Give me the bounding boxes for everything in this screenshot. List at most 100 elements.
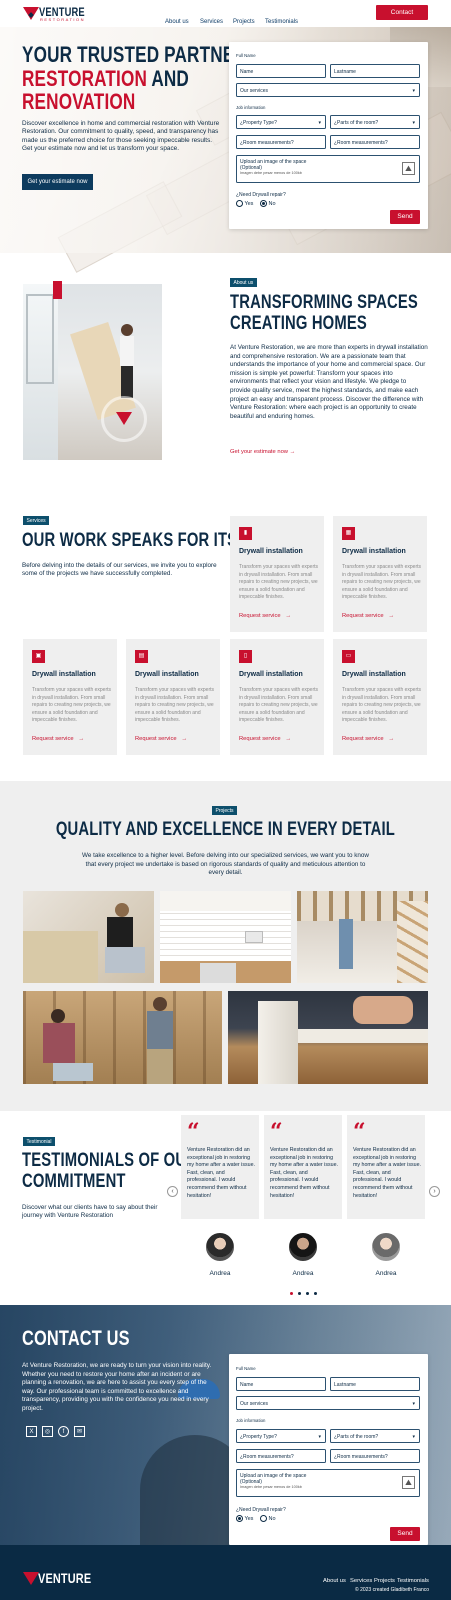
room-parts-select[interactable]: ¿Parts of the room? ▾ bbox=[330, 1429, 420, 1443]
testimonials-paragraph: Discover what our clients have to say ab… bbox=[22, 1204, 158, 1220]
radio-yes[interactable]: Yes bbox=[236, 200, 253, 207]
projects-title: QUALITY AND EXCELLENCE IN EVERY DETAIL bbox=[55, 819, 396, 840]
footer-logo-mark-icon bbox=[23, 1572, 39, 1585]
service-card-desc: Transform your spaces with experts in dr… bbox=[32, 687, 112, 723]
job-info-label: Job information bbox=[236, 105, 266, 110]
service-card-title: Drywall installation bbox=[135, 671, 199, 678]
nav-about[interactable]: About us bbox=[165, 10, 189, 28]
carousel-dot[interactable] bbox=[314, 1292, 317, 1295]
hero-title-line2: RESTORATION AND bbox=[22, 66, 189, 91]
services-paragraph: Before delving into the details of our s… bbox=[22, 562, 217, 578]
contact-button[interactable]: Contact bbox=[376, 5, 428, 20]
lastname-input[interactable]: Lastname bbox=[330, 64, 420, 78]
avatar bbox=[371, 1232, 401, 1262]
hero-estimate-button[interactable]: Get your estimate now bbox=[22, 174, 93, 190]
services-select[interactable]: Our services ▾ bbox=[236, 83, 420, 97]
chevron-down-icon: ▾ bbox=[412, 1401, 415, 1407]
testimonial-text: Venture Restoration did an exceptional j… bbox=[353, 1147, 422, 1199]
room-measurements-input-1[interactable]: ¿Room measurements? bbox=[236, 135, 326, 149]
about-tag: About us bbox=[230, 278, 257, 287]
room-measurements-input-2[interactable]: ¿Room measurements? bbox=[330, 1449, 420, 1463]
carousel-prev-icon[interactable]: ‹ bbox=[167, 1186, 178, 1197]
property-type-select[interactable]: ¿Property Type? ▾ bbox=[236, 115, 326, 129]
logo-subtext: RESTORATION bbox=[40, 17, 86, 22]
service-card-title: Drywall installation bbox=[32, 671, 96, 678]
carousel-next-icon[interactable]: › bbox=[429, 1186, 440, 1197]
quote-icon: “ bbox=[353, 1119, 366, 1145]
arrow-right-icon: → bbox=[289, 449, 296, 455]
image-upload-icon: ⛰ bbox=[402, 1476, 415, 1489]
room-parts-select[interactable]: ¿Parts of the room? ▾ bbox=[330, 115, 420, 129]
site-header: VENTURE RESTORATION About us Services Pr… bbox=[0, 0, 451, 27]
radio-no-icon bbox=[260, 200, 267, 207]
chevron-down-icon: ▾ bbox=[412, 88, 415, 94]
testimonials-title-line2: COMMITMENT bbox=[22, 1171, 126, 1192]
project-photo-4 bbox=[23, 991, 222, 1084]
radio-yes[interactable]: Yes bbox=[236, 1515, 253, 1522]
full-name-label: Full Name bbox=[236, 53, 256, 58]
service-card-desc: Transform your spaces with experts in dr… bbox=[342, 564, 422, 600]
drywall-question: ¿Need Drywall repair? bbox=[236, 1507, 286, 1513]
upload-field[interactable]: Upload an image of the space (Optional) … bbox=[236, 1469, 420, 1497]
facebook-icon[interactable]: f bbox=[58, 1426, 69, 1437]
service-card-desc: Transform your spaces with experts in dr… bbox=[239, 564, 319, 600]
carousel-dot[interactable] bbox=[290, 1292, 293, 1295]
request-service-link[interactable]: Request service → bbox=[342, 613, 394, 619]
carousel-dot[interactable] bbox=[306, 1292, 309, 1295]
send-button[interactable]: Send bbox=[390, 210, 420, 224]
door-icon: ▯ bbox=[239, 650, 252, 663]
request-service-link[interactable]: Request service → bbox=[239, 613, 291, 619]
carousel-dot[interactable] bbox=[298, 1292, 301, 1295]
nav-projects[interactable]: Projects bbox=[233, 10, 255, 28]
footer-nav-services[interactable]: Services bbox=[350, 1578, 372, 1584]
footer-nav-testimonials[interactable]: Testimonials bbox=[397, 1578, 429, 1584]
project-photo-5 bbox=[228, 991, 428, 1084]
upload-hint: Imagen debe pesar menos de 100kb bbox=[240, 1485, 302, 1489]
request-service-link[interactable]: Request service → bbox=[239, 736, 291, 742]
services-tag: Services bbox=[23, 516, 50, 525]
drywall-question: ¿Need Drywall repair? bbox=[236, 192, 286, 198]
lastname-input[interactable]: Lastname bbox=[330, 1377, 420, 1391]
send-button[interactable]: Send bbox=[390, 1527, 420, 1541]
about-title-line1: TRANSFORMING SPACES bbox=[230, 292, 418, 313]
request-service-link[interactable]: Request service → bbox=[32, 736, 84, 742]
nav-testimonials[interactable]: Testimonials bbox=[265, 10, 298, 28]
email-icon[interactable]: ✉ bbox=[74, 1426, 85, 1437]
room-measurements-input-1[interactable]: ¿Room measurements? bbox=[236, 1449, 326, 1463]
paint-roller-icon: ▤ bbox=[135, 650, 148, 663]
nav-services[interactable]: Services bbox=[200, 10, 223, 28]
quote-icon: “ bbox=[187, 1119, 200, 1145]
avatar bbox=[205, 1232, 235, 1262]
footer-nav-projects[interactable]: Projects bbox=[374, 1578, 395, 1584]
request-service-link[interactable]: Request service → bbox=[135, 736, 187, 742]
testimonials-tag: Testimonial bbox=[23, 1137, 56, 1146]
name-input[interactable]: Name bbox=[236, 1377, 326, 1391]
service-card-title: Drywall installation bbox=[239, 671, 303, 678]
avatar bbox=[288, 1232, 318, 1262]
x-icon[interactable]: X bbox=[26, 1426, 37, 1437]
request-service-link[interactable]: Request service → bbox=[342, 736, 394, 742]
drywall-icon: ▮ bbox=[239, 527, 252, 540]
name-input[interactable]: Name bbox=[236, 64, 326, 78]
service-card-title: Drywall installation bbox=[342, 671, 406, 678]
chevron-down-icon: ▾ bbox=[318, 1434, 321, 1440]
property-type-select[interactable]: ¿Property Type? ▾ bbox=[236, 1429, 326, 1443]
radio-no[interactable]: No bbox=[260, 1515, 276, 1522]
about-paragraph: At Venture Restoration, we are more than… bbox=[230, 344, 428, 420]
instagram-icon[interactable]: ◎ bbox=[42, 1426, 53, 1437]
testimonial-text: Venture Restoration did an exceptional j… bbox=[270, 1147, 339, 1199]
room-measurements-input-2[interactable]: ¿Room measurements? bbox=[330, 135, 420, 149]
project-photo-2 bbox=[160, 891, 291, 983]
about-estimate-link[interactable]: Get your estimate now → bbox=[230, 449, 295, 455]
footer-nav-about[interactable]: About us bbox=[323, 1578, 346, 1584]
testimonial-name: Andrea bbox=[375, 1270, 397, 1277]
services-select[interactable]: Our services ▾ bbox=[236, 1396, 420, 1410]
upload-field[interactable]: Upload an image of the space (Optional) … bbox=[236, 155, 420, 183]
radio-no[interactable]: No bbox=[260, 200, 276, 207]
footer-logo-text[interactable]: VENTURE bbox=[38, 1570, 91, 1586]
contact-title: CONTACT US bbox=[22, 1327, 130, 1350]
testimonial-name: Andrea bbox=[209, 1270, 231, 1277]
job-info-label: Job information bbox=[236, 1418, 266, 1423]
service-card: ▤ Drywall installation Transform your sp… bbox=[126, 639, 220, 755]
contact-paragraph: At Venture Restoration, we are ready to … bbox=[22, 1362, 212, 1412]
